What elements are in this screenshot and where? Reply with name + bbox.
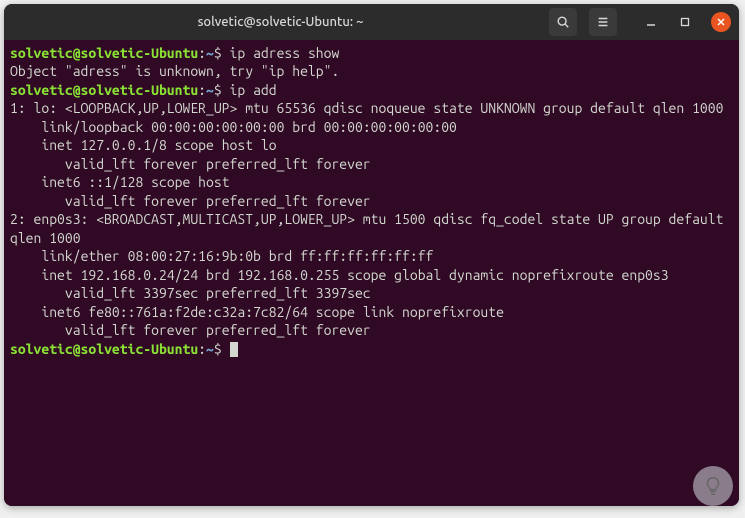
output-line: link/ether 08:00:27:16:9b:0b brd ff:ff:f… xyxy=(10,248,433,264)
titlebar-controls xyxy=(549,8,731,36)
maximize-button[interactable] xyxy=(677,14,693,30)
prompt-colon: : xyxy=(198,82,206,98)
output-1: Object "adress" is unknown, try "ip help… xyxy=(10,63,339,79)
close-button[interactable] xyxy=(711,12,731,32)
output-line: link/loopback 00:00:00:00:00:00 brd 00:0… xyxy=(10,119,457,135)
menu-button[interactable] xyxy=(589,8,617,36)
output-line: inet 192.168.0.24/24 brd 192.168.0.255 s… xyxy=(10,267,669,283)
prompt-user: solvetic@solvetic-Ubuntu xyxy=(10,45,198,61)
prompt-user: solvetic@solvetic-Ubuntu xyxy=(10,82,198,98)
cursor xyxy=(230,342,238,357)
close-icon xyxy=(716,17,726,27)
command-1: ip adress show xyxy=(230,45,340,61)
prompt-dollar: $ xyxy=(214,45,222,61)
output-line: 2: enp0s3: <BROADCAST,MULTICAST,UP,LOWER… xyxy=(10,211,731,245)
window-title: solvetic@solvetic-Ubuntu: ~ xyxy=(12,15,549,29)
maximize-icon xyxy=(680,17,690,27)
window-controls xyxy=(643,12,731,32)
search-button[interactable] xyxy=(549,8,577,36)
prompt-colon: : xyxy=(198,45,206,61)
minimize-icon xyxy=(646,17,656,27)
lightbulb-icon xyxy=(702,475,724,497)
prompt-dollar: $ xyxy=(214,341,222,357)
terminal-window: solvetic@solvetic-Ubuntu: ~ solvetic@ xyxy=(4,4,739,506)
prompt-path: ~ xyxy=(206,45,214,61)
prompt-path: ~ xyxy=(206,341,214,357)
output-line: valid_lft forever preferred_lft forever xyxy=(10,322,371,338)
command-2: ip add xyxy=(230,82,277,98)
output-line: valid_lft 3397sec preferred_lft 3397sec xyxy=(10,285,371,301)
titlebar: solvetic@solvetic-Ubuntu: ~ xyxy=(4,4,739,40)
output-line: valid_lft forever preferred_lft forever xyxy=(10,193,371,209)
output-line: valid_lft forever preferred_lft forever xyxy=(10,156,371,172)
prompt-path: ~ xyxy=(206,82,214,98)
hamburger-icon xyxy=(596,15,610,29)
watermark-badge xyxy=(693,466,733,506)
prompt-colon: : xyxy=(198,341,206,357)
output-line: 1: lo: <LOOPBACK,UP,LOWER_UP> mtu 65536 … xyxy=(10,100,723,116)
prompt-dollar: $ xyxy=(214,82,222,98)
prompt-user: solvetic@solvetic-Ubuntu xyxy=(10,341,198,357)
terminal-body[interactable]: solvetic@solvetic-Ubuntu:~$ ip adress sh… xyxy=(4,40,739,506)
search-icon xyxy=(556,15,570,29)
output-line: inet6 ::1/128 scope host xyxy=(10,174,230,190)
output-line: inet6 fe80::761a:f2de:c32a:7c82/64 scope… xyxy=(10,304,504,320)
output-line: inet 127.0.0.1/8 scope host lo xyxy=(10,137,277,153)
minimize-button[interactable] xyxy=(643,14,659,30)
